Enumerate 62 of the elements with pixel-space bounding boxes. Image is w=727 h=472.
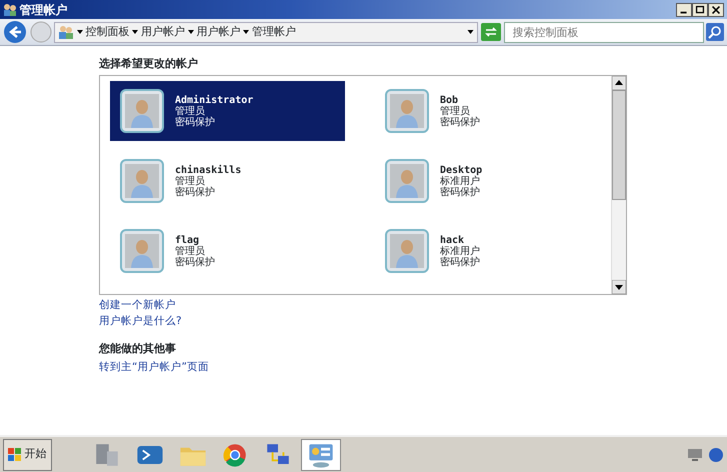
monitor-icon[interactable] — [686, 448, 703, 462]
close-button[interactable] — [708, 2, 724, 16]
section-heading: 选择希望更改的帐户 — [99, 56, 199, 72]
account-name: Desktop — [440, 164, 482, 176]
account-tile[interactable]: hack 标准用户 密码保护 — [375, 221, 610, 282]
search-field[interactable]: 搜索控制面板 — [504, 22, 704, 42]
password-status: 密码保护 — [175, 256, 215, 268]
user-avatar-icon — [120, 159, 164, 204]
account-type: 管理员 — [175, 106, 205, 117]
caret-icon[interactable] — [243, 30, 250, 34]
account-type: 管理员 — [440, 106, 470, 117]
minimize-button[interactable] — [676, 2, 692, 16]
account-type: 标准用户 — [440, 176, 481, 187]
account-name: Bob — [440, 94, 460, 106]
account-tile[interactable]: Administrator 管理员 密码保护 — [110, 81, 345, 142]
user-avatar-icon — [385, 89, 429, 134]
windows-logo-icon — [8, 448, 22, 462]
back-icon[interactable] — [2, 20, 27, 44]
scroll-up-icon[interactable] — [612, 76, 626, 90]
user-avatar-icon — [385, 159, 429, 204]
maximize-button[interactable] — [692, 2, 708, 16]
caret-icon[interactable] — [132, 30, 138, 34]
account-tile[interactable]: Bob 管理员 密码保护 — [375, 81, 610, 142]
password-status: 密码保护 — [440, 186, 481, 198]
breadcrumb-link[interactable]: 用户帐户 — [141, 24, 185, 40]
account-name: chinaskills — [175, 164, 242, 176]
user-avatar-icon — [120, 229, 164, 274]
password-status: 密码保护 — [440, 116, 480, 128]
user-avatar-icon — [385, 229, 429, 274]
scrollbar[interactable] — [611, 76, 626, 294]
account-name: flag — [175, 234, 200, 246]
caret-icon[interactable] — [76, 30, 83, 34]
user-avatar-icon — [120, 89, 164, 134]
section-heading: 您能做的其他事 — [99, 340, 177, 356]
breadcrumb-link[interactable]: 控制面板 — [86, 24, 130, 40]
scroll-thumb[interactable] — [612, 90, 626, 200]
breadcrumb-link[interactable]: 管理帐户 — [252, 24, 296, 40]
window-title: 管理帐户 — [20, 2, 68, 18]
account-type: 管理员 — [175, 246, 205, 257]
taskbar-button[interactable] — [300, 438, 341, 470]
account-tile[interactable]: Desktop 标准用户 密码保护 — [375, 151, 610, 212]
users-icon — [2, 3, 17, 16]
account-name: Administrator — [175, 94, 254, 106]
breadcrumb-link[interactable]: 用户帐户 — [196, 24, 240, 40]
start-button[interactable]: 开始 — [2, 438, 52, 470]
password-status: 密码保护 — [440, 256, 480, 268]
users-icon — [58, 25, 74, 39]
text-link[interactable]: 转到主“用户帐户”页面 — [99, 360, 209, 376]
scroll-down-icon[interactable] — [612, 280, 626, 294]
account-type: 标准用户 — [440, 246, 480, 257]
password-status: 密码保护 — [175, 116, 216, 128]
caret-icon[interactable] — [188, 30, 194, 34]
search-icon[interactable] — [706, 23, 724, 41]
caret-icon[interactable] — [467, 30, 474, 34]
account-name: hack — [440, 234, 466, 246]
account-tile[interactable]: chinaskills 管理员 密码保护 — [110, 151, 345, 212]
account-type: 管理员 — [175, 176, 205, 187]
password-status: 密码保护 — [175, 186, 216, 198]
refresh-icon[interactable] — [480, 23, 501, 41]
text-link[interactable]: 用户帐户是什么? — [99, 314, 182, 330]
account-tile[interactable]: flag 管理员 密码保护 — [110, 221, 345, 282]
text-link[interactable]: 创建一个新帐户 — [99, 298, 176, 314]
